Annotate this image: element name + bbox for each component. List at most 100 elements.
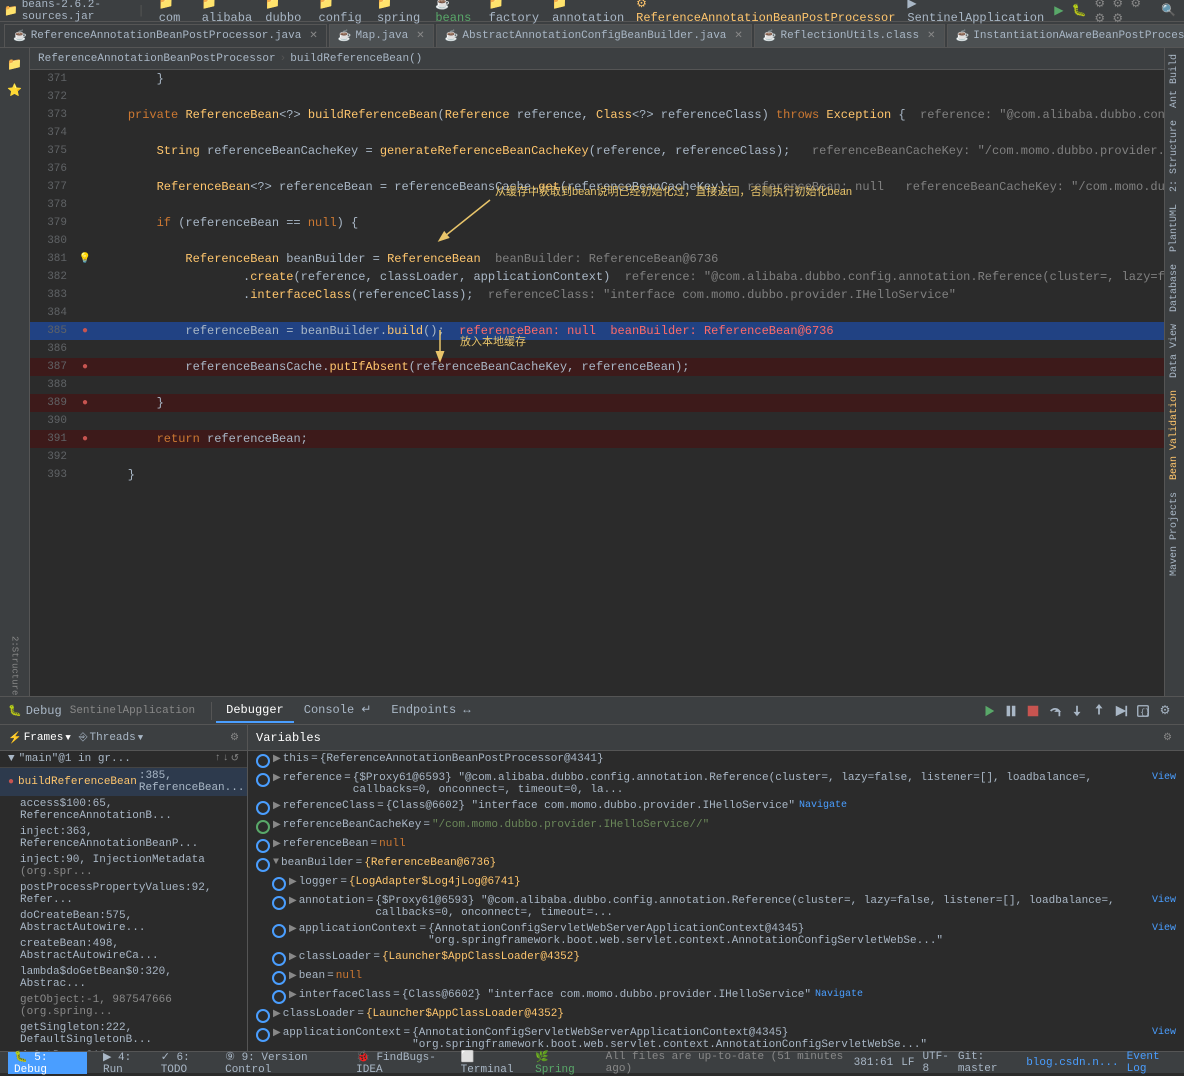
var-appcontext[interactable]: ▶ applicationContext = {AnnotationConfig… — [248, 921, 1184, 949]
frames-settings[interactable]: ⚙ — [230, 732, 239, 744]
structure-tab[interactable]: 2: Structure — [1167, 114, 1182, 198]
search-icon[interactable]: 🔍 — [1161, 3, 1176, 18]
frame-item-4[interactable]: postProcessPropertyValues:92, Refer... — [0, 880, 247, 908]
threads-dropdown[interactable]: ▼ — [138, 733, 143, 743]
ant-build-tab[interactable]: Ant Build — [1167, 48, 1182, 114]
var-annotation[interactable]: ▶ annotation = {$Proxy61@6593} "@com.ali… — [248, 893, 1184, 921]
menu-annotation[interactable]: 📁 annotation — [546, 0, 630, 22]
sidebar-fav-icon[interactable]: ⭐ — [3, 78, 27, 102]
code-line-392: 392 — [30, 448, 1164, 466]
menu-refanno[interactable]: ⚙ ReferenceAnnotationBeanPostProcessor — [630, 0, 901, 22]
status-vcs-tab[interactable]: ⑨ 9: Version Control — [225, 1050, 348, 1076]
pause-btn[interactable] — [1000, 700, 1022, 722]
thread-expand-icon[interactable]: ▼ — [8, 753, 15, 765]
menu-beans[interactable]: ☕ beans — [429, 0, 482, 22]
runcursor-btn[interactable] — [1110, 700, 1132, 722]
tab-refanno[interactable]: ☕ ReferenceAnnotationBeanPostProcessor.j… — [4, 24, 327, 47]
stop-btn[interactable] — [1022, 700, 1044, 722]
menu-sentinel[interactable]: ▶ SentinelApplication — [901, 0, 1050, 22]
status-todo-tab[interactable]: ✓ 6: TODO — [161, 1050, 217, 1076]
run-btn[interactable]: ▶ — [1054, 3, 1063, 18]
sidebar-project-icon[interactable]: 📁 — [3, 52, 27, 76]
breadcrumb-method[interactable]: buildReferenceBean() — [290, 53, 422, 65]
variables-settings[interactable]: ⚙ — [1163, 732, 1172, 744]
status-position[interactable]: 381:61 — [854, 1057, 894, 1069]
var-referenceclass[interactable]: ▶ referenceClass = {Class@6602} "interfa… — [248, 798, 1184, 817]
code-line-386: 386 — [30, 340, 1164, 358]
threads-header-tab[interactable]: ⎆ Threads ▼ — [79, 732, 143, 744]
menu-spring[interactable]: 📁 spring — [371, 0, 429, 22]
endpoints-tab[interactable]: Endpoints ↔ — [381, 699, 480, 723]
status-terminal-tab[interactable]: ⬜ Terminal — [461, 1050, 527, 1076]
database-tab[interactable]: Database — [1167, 258, 1182, 318]
status-findbugs-tab[interactable]: 🐞 FindBugs-IDEA — [356, 1050, 453, 1076]
console-tab[interactable]: Console ↵ — [294, 698, 382, 723]
status-encoding[interactable]: UTF-8 — [922, 1051, 949, 1075]
var-classloader[interactable]: ▶ classLoader = {Launcher$AppClassLoader… — [248, 1006, 1184, 1025]
status-run-tab[interactable]: ▶ 4: Run — [103, 1050, 153, 1076]
menu-com[interactable]: 📁 com — [153, 0, 196, 22]
debug-run-btn[interactable]: 🐛 — [1071, 3, 1086, 18]
stepover-btn[interactable] — [1044, 700, 1066, 722]
menu-config[interactable]: 📁 config — [313, 0, 371, 22]
tab-refanno-close[interactable]: ✕ — [309, 30, 317, 42]
frame-item-5[interactable]: doCreateBean:575, AbstractAutowire... — [0, 908, 247, 936]
dataview-tab[interactable]: Data View — [1167, 318, 1182, 384]
frame-item-2[interactable]: inject:363, ReferenceAnnotationBeanP... — [0, 824, 247, 852]
tab-instantiation[interactable]: ☕ InstantiationAwareBeanPostProcessorAda… — [947, 24, 1184, 47]
plantuml-tab[interactable]: PlantUML — [1167, 198, 1182, 258]
frame-item-8[interactable]: getObject:-1, 987547666 (org.spring... — [0, 992, 247, 1020]
menu-dubbo[interactable]: 📁 dubbo — [259, 0, 312, 22]
tab-abstract-close[interactable]: ✕ — [734, 30, 742, 42]
stepout-btn[interactable] — [1088, 700, 1110, 722]
var-this[interactable]: ▶ this = {ReferenceAnnotationBeanPostPro… — [248, 751, 1184, 770]
sidebar-structure-icon[interactable]: 2:Structure — [5, 636, 25, 696]
frame-item-0[interactable]: ● buildReferenceBean:385, ReferenceBean.… — [0, 768, 247, 796]
thread-name: "main"@1 in gr... — [19, 753, 131, 765]
var-interfaceclass[interactable]: ▶ interfaceClass = {Class@6602} "interfa… — [248, 987, 1184, 1006]
evaluate-btn[interactable]: {} — [1132, 700, 1154, 722]
status-lineending[interactable]: LF — [901, 1057, 914, 1069]
frame-item-6[interactable]: createBean:498, AbstractAutowireCa... — [0, 936, 247, 964]
frames-reset[interactable]: ↺ — [231, 753, 239, 765]
var-applicationcontext[interactable]: ▶ applicationContext = {AnnotationConfig… — [248, 1025, 1184, 1051]
status-debug-indicator: 🐛 5: Debug — [8, 1052, 87, 1074]
tab-reflection[interactable]: ☕ ReflectionUtils.class ✕ — [754, 24, 945, 47]
var-referencebean[interactable]: ▶ referenceBean = null — [248, 836, 1184, 855]
var-logger[interactable]: ▶ logger = {LogAdapter$Log4jLog@6741} — [248, 874, 1184, 893]
beanvalidation-tab[interactable]: Bean Validation — [1167, 384, 1182, 486]
tab-abstract-label: AbstractAnnotationConfigBeanBuilder.java — [462, 30, 726, 42]
frames-nav-up[interactable]: ↑ — [215, 753, 221, 765]
debugger-tab[interactable]: Debugger — [216, 699, 294, 723]
var-classloader-inner[interactable]: ▶ classLoader = {Launcher$AppClassLoader… — [248, 949, 1184, 968]
var-cachekey[interactable]: ▶ referenceBeanCacheKey = "/com.momo.dub… — [248, 817, 1184, 836]
breadcrumb-class[interactable]: ReferenceAnnotationBeanPostProcessor — [38, 53, 276, 65]
tab-reflection-close[interactable]: ✕ — [927, 30, 935, 42]
menu-alibaba[interactable]: 📁 alibaba — [196, 0, 260, 22]
resume-btn[interactable] — [978, 700, 1000, 722]
code-container[interactable]: 371 } 372 373 private ReferenceBean<?> b… — [30, 70, 1164, 696]
frame-item-3[interactable]: inject:90, InjectionMetadata (org.spr... — [0, 852, 247, 880]
frames-nav-down[interactable]: ↓ — [223, 753, 229, 765]
code-line-385: 385 ● referenceBean = beanBuilder.build(… — [30, 322, 1164, 340]
maven-tab[interactable]: Maven Projects — [1167, 486, 1182, 582]
status-git[interactable]: Git: master — [958, 1051, 1018, 1075]
frames-header-tab[interactable]: ⚡ Frames ▼ — [8, 731, 71, 745]
frame-item-7[interactable]: lambda$doGetBean$0:320, Abstrac... — [0, 964, 247, 992]
event-log-btn[interactable]: Event Log — [1127, 1051, 1176, 1075]
frame-item-9[interactable]: getSingleton:222, DefaultSingletonB... — [0, 1020, 247, 1048]
var-bean[interactable]: ▶ bean = null — [248, 968, 1184, 987]
var-beanbuilder[interactable]: ▼ beanBuilder = {ReferenceBean@6736} — [248, 855, 1184, 874]
menu-factory[interactable]: 📁 factory — [483, 0, 547, 22]
frame-item-1[interactable]: access$100:65, ReferenceAnnotationB... — [0, 796, 247, 824]
status-blog[interactable]: blog.csdn.n... — [1026, 1057, 1118, 1069]
frames-dropdown[interactable]: ▼ — [65, 733, 70, 743]
var-reference[interactable]: ▶ reference = {$Proxy61@6593} "@com.alib… — [248, 770, 1184, 798]
settings-btn[interactable]: ⚙ — [1154, 700, 1176, 722]
tab-abstract[interactable]: ☕ AbstractAnnotationConfigBeanBuilder.ja… — [436, 24, 752, 47]
tab-map[interactable]: ☕ Map.java ✕ — [329, 24, 434, 47]
code-line-377: 377 ReferenceBean<?> referenceBean = ref… — [30, 178, 1164, 196]
status-spring-tab[interactable]: 🌿 Spring — [535, 1050, 589, 1076]
stepinto-btn[interactable] — [1066, 700, 1088, 722]
tab-map-close[interactable]: ✕ — [416, 30, 424, 42]
